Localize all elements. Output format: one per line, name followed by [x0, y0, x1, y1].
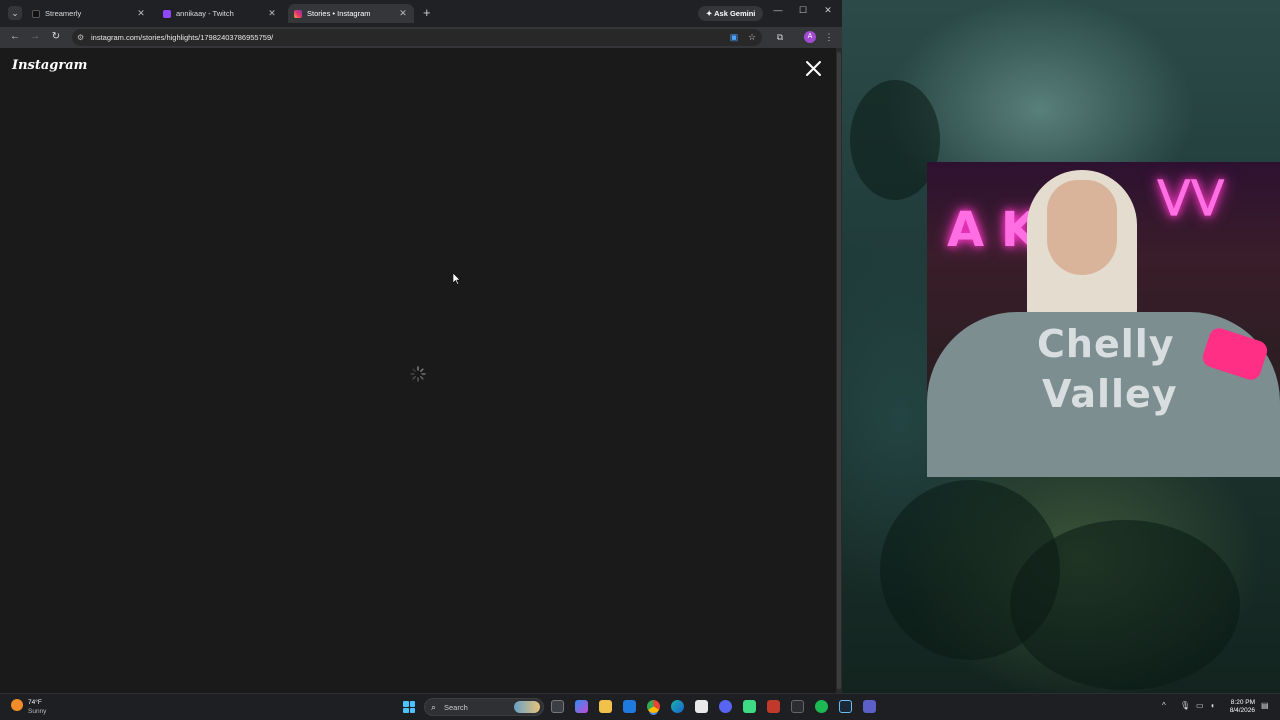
notepad-icon[interactable] [695, 700, 708, 713]
ask-gemini-label: Ask Gemini [714, 9, 756, 18]
forward-button[interactable]: → [29, 31, 41, 43]
neon-decoration: ⋁⋁ [1157, 172, 1225, 218]
profile-avatar[interactable]: A [804, 31, 816, 43]
network-icon[interactable]: ▭ [1196, 701, 1204, 710]
cast-icon[interactable]: ▣ [728, 31, 740, 43]
instagram-story-viewer: Instagram [0, 48, 836, 693]
weather-temperature[interactable]: 74°F [28, 699, 42, 706]
search-placeholder: Search [444, 703, 468, 712]
streamerly-favicon-icon [32, 9, 40, 18]
scrollbar-thumb[interactable] [837, 52, 841, 689]
taskbar-search[interactable]: ⌕ Search [424, 698, 544, 716]
extensions-icon[interactable]: ⧉ [774, 31, 786, 43]
tab-twitch[interactable]: annikaay - Twitch ✕ [157, 4, 283, 23]
tab-label: Stories • Instagram [307, 9, 371, 18]
back-button[interactable]: ← [9, 31, 21, 43]
address-bar[interactable]: ⚙ instagram.com/stories/highlights/17982… [72, 29, 762, 46]
url-text[interactable]: instagram.com/stories/highlights/1798240… [91, 33, 273, 42]
new-tab-button[interactable]: + [423, 6, 431, 20]
browser-toolbar: ← → ↻ ⚙ instagram.com/stories/highlights… [0, 27, 842, 48]
streamer-face [1047, 180, 1117, 275]
minimize-button[interactable]: — [771, 5, 785, 15]
page-scrollbar[interactable] [836, 48, 842, 693]
clock-date[interactable]: 8/4/2026 [1225, 707, 1255, 714]
start-button[interactable] [403, 701, 415, 713]
browser-window: ⌄ Streamerly ✕ annikaay - Twitch ✕ Stori… [0, 0, 842, 693]
notification-icon[interactable]: ▤ [1261, 701, 1269, 710]
close-window-button[interactable]: ✕ [821, 5, 835, 16]
reload-button[interactable]: ↻ [50, 31, 62, 43]
maximize-button[interactable]: ☐ [796, 5, 810, 16]
loading-spinner-icon [410, 366, 426, 382]
tab-search-button[interactable]: ⌄ [8, 6, 22, 20]
edge-icon[interactable] [671, 700, 684, 713]
tab-instagram[interactable]: Stories • Instagram ✕ [288, 4, 414, 23]
chrome-icon[interactable] [647, 700, 660, 713]
folder-icon[interactable] [599, 700, 612, 713]
clock-time[interactable]: 8:20 PM [1225, 699, 1255, 706]
volume-icon[interactable]: ◖ [1210, 701, 1215, 710]
weather-condition[interactable]: Sunny [28, 708, 46, 715]
microphone-tray-icon[interactable]: 🎙 [1180, 701, 1190, 710]
teams-icon[interactable] [863, 700, 876, 713]
browser-menu-icon[interactable]: ⋮ [823, 31, 835, 43]
site-info-icon[interactable]: ⚙ [77, 33, 86, 42]
close-tab-icon[interactable]: ✕ [267, 8, 277, 19]
close-story-icon[interactable] [805, 60, 822, 77]
unknown-app-icon[interactable] [791, 700, 804, 713]
desktop-screen: ⌄ Streamerly ✕ annikaay - Twitch ✕ Stori… [0, 0, 1280, 720]
windows-taskbar: 74°F Sunny ⌕ Search ^ 🎙 ▭ ◖ 8:20 PM 8/4/… [0, 693, 1280, 720]
close-tab-icon[interactable]: ✕ [136, 8, 146, 19]
hoodie-print-line2: Valley [1042, 372, 1178, 416]
tab-streamerly[interactable]: Streamerly ✕ [26, 4, 152, 23]
android-icon[interactable] [743, 700, 756, 713]
instagram-logo[interactable]: Instagram [12, 58, 87, 73]
weather-sun-icon[interactable] [11, 699, 23, 711]
tray-overflow-icon[interactable]: ^ [1162, 701, 1166, 710]
mouse-cursor-icon [453, 273, 461, 285]
instagram-favicon-icon [294, 9, 302, 18]
task-view-icon[interactable] [551, 700, 564, 713]
tab-label: annikaay - Twitch [176, 9, 234, 18]
steam-icon[interactable] [839, 700, 852, 713]
spotify-icon[interactable] [815, 700, 828, 713]
tab-strip: ⌄ Streamerly ✕ annikaay - Twitch ✕ Stori… [0, 0, 842, 27]
neon-sign: A K [947, 202, 1039, 258]
mail-icon[interactable] [623, 700, 636, 713]
bookmark-star-icon[interactable]: ☆ [746, 31, 758, 43]
ask-gemini-button[interactable]: ✦ Ask Gemini [698, 6, 764, 21]
copilot-icon[interactable] [575, 700, 588, 713]
gemini-icon: ✦ [706, 9, 713, 18]
tab-label: Streamerly [45, 9, 82, 18]
hoodie-print-line1: Chelly [1037, 322, 1175, 366]
close-tab-icon[interactable]: ✕ [398, 8, 408, 19]
discord-icon[interactable] [719, 700, 732, 713]
webcam-overlay: A K ⋁⋁ Chelly Valley [927, 162, 1280, 477]
search-icon: ⌕ [431, 702, 437, 712]
twitch-favicon-icon [163, 9, 171, 18]
search-highlight-icon [514, 701, 540, 713]
video-editor-icon[interactable] [767, 700, 780, 713]
